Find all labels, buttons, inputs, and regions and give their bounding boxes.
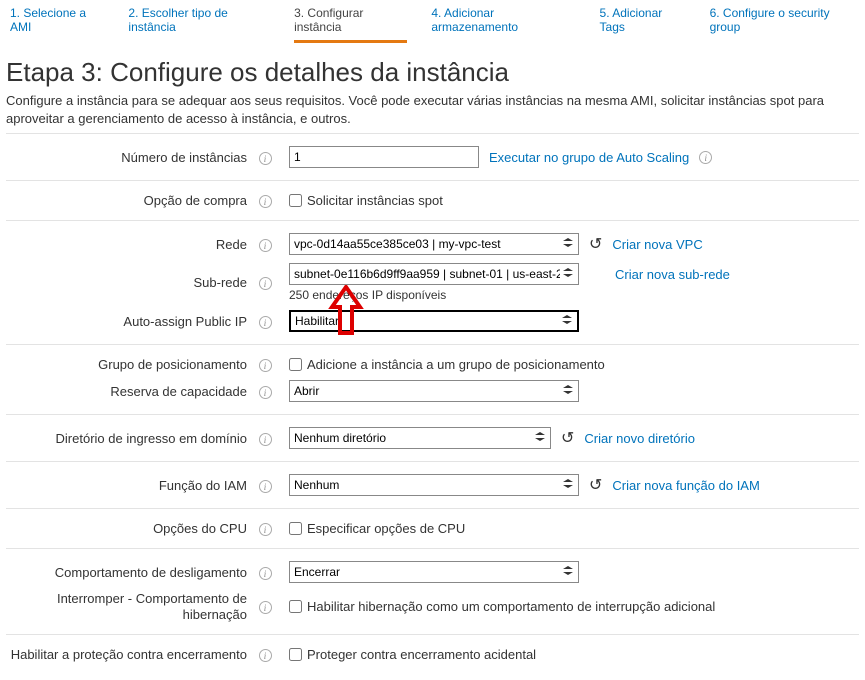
auto-ip-label: Auto-assign Public IP [6, 314, 251, 329]
num-instances-label: Número de instâncias [6, 150, 251, 165]
terminate-checkbox-label: Proteger contra encerramento acidental [307, 647, 536, 662]
placement-checkbox-label: Adicione a instância a um grupo de posic… [307, 357, 605, 372]
wizard-step-5[interactable]: 5. Adicionar Tags [600, 6, 686, 43]
info-icon[interactable]: i [259, 239, 272, 252]
auto-scaling-link[interactable]: Executar no grupo de Auto Scaling [489, 150, 689, 165]
refresh-icon[interactable]: ↻ [589, 234, 602, 254]
subnet-label: Sub-rede [6, 275, 251, 290]
capacity-select[interactable]: Abrir [289, 380, 579, 402]
wizard-step-1[interactable]: 1. Selecione a AMI [10, 6, 104, 43]
hibernate-label: Interromper - Comportamento de hibernaçã… [6, 591, 251, 622]
iam-select[interactable]: Nenhum [289, 474, 579, 496]
refresh-icon[interactable]: ↻ [561, 428, 574, 448]
configure-form: Número de instâncias i Executar no grupo… [6, 133, 859, 674]
create-vpc-link[interactable]: Criar nova VPC [612, 237, 702, 252]
create-directory-link[interactable]: Criar novo diretório [584, 431, 695, 446]
info-icon[interactable]: i [699, 151, 712, 164]
network-label: Rede [6, 237, 251, 252]
shutdown-label: Comportamento de desligamento [6, 565, 251, 580]
wizard-step-2[interactable]: 2. Escolher tipo de instância [128, 6, 270, 43]
capacity-label: Reserva de capacidade [6, 384, 251, 399]
directory-select[interactable]: Nenhum diretório [289, 427, 551, 449]
terminate-checkbox[interactable] [289, 648, 302, 661]
hibernate-checkbox[interactable] [289, 600, 302, 613]
iam-label: Função do IAM [6, 478, 251, 493]
create-iam-link[interactable]: Criar nova função do IAM [612, 478, 759, 493]
subnet-ip-count: 250 endereços IP disponíveis [289, 288, 446, 302]
info-icon[interactable]: i [259, 567, 272, 580]
wizard-step-4[interactable]: 4. Adicionar armazenamento [431, 6, 575, 43]
info-icon[interactable]: i [259, 195, 272, 208]
spot-checkbox[interactable] [289, 194, 302, 207]
refresh-icon[interactable]: ↻ [589, 475, 602, 495]
directory-label: Diretório de ingresso em domínio [6, 431, 251, 446]
info-icon[interactable]: i [259, 152, 272, 165]
spot-checkbox-label: Solicitar instâncias spot [307, 193, 443, 208]
info-icon[interactable]: i [259, 316, 272, 329]
cpu-label: Opções do CPU [6, 521, 251, 536]
info-icon[interactable]: i [259, 601, 272, 614]
placement-label: Grupo de posicionamento [6, 357, 251, 372]
wizard-steps: 1. Selecione a AMI 2. Escolher tipo de i… [6, 6, 859, 47]
info-icon[interactable]: i [259, 480, 272, 493]
info-icon[interactable]: i [259, 649, 272, 662]
info-icon[interactable]: i [259, 523, 272, 536]
hibernate-checkbox-label: Habilitar hibernação como um comportamen… [307, 599, 715, 614]
info-icon[interactable]: i [259, 359, 272, 372]
create-subnet-link[interactable]: Criar nova sub-rede [615, 267, 730, 282]
info-icon[interactable]: i [259, 433, 272, 446]
info-icon[interactable]: i [259, 386, 272, 399]
wizard-step-3[interactable]: 3. Configurar instância [294, 6, 407, 43]
page-description: Configure a instância para se adequar ao… [6, 92, 859, 127]
subnet-select[interactable]: subnet-0e116b6d9ff9aa959 | subnet-01 | u… [289, 263, 579, 285]
placement-checkbox[interactable] [289, 358, 302, 371]
shutdown-select[interactable]: Encerrar [289, 561, 579, 583]
info-icon[interactable]: i [259, 277, 272, 290]
cpu-checkbox-label: Especificar opções de CPU [307, 521, 465, 536]
terminate-protect-label: Habilitar a proteção contra encerramento [6, 647, 251, 662]
purchase-option-label: Opção de compra [6, 193, 251, 208]
num-instances-input[interactable] [289, 146, 479, 168]
auto-ip-select[interactable]: Habilitar [289, 310, 579, 332]
network-select[interactable]: vpc-0d14aa55ce385ce03 | my-vpc-test [289, 233, 579, 255]
page-title: Etapa 3: Configure os detalhes da instân… [6, 57, 859, 88]
cpu-checkbox[interactable] [289, 522, 302, 535]
wizard-step-6[interactable]: 6. Configure o security group [710, 6, 855, 43]
